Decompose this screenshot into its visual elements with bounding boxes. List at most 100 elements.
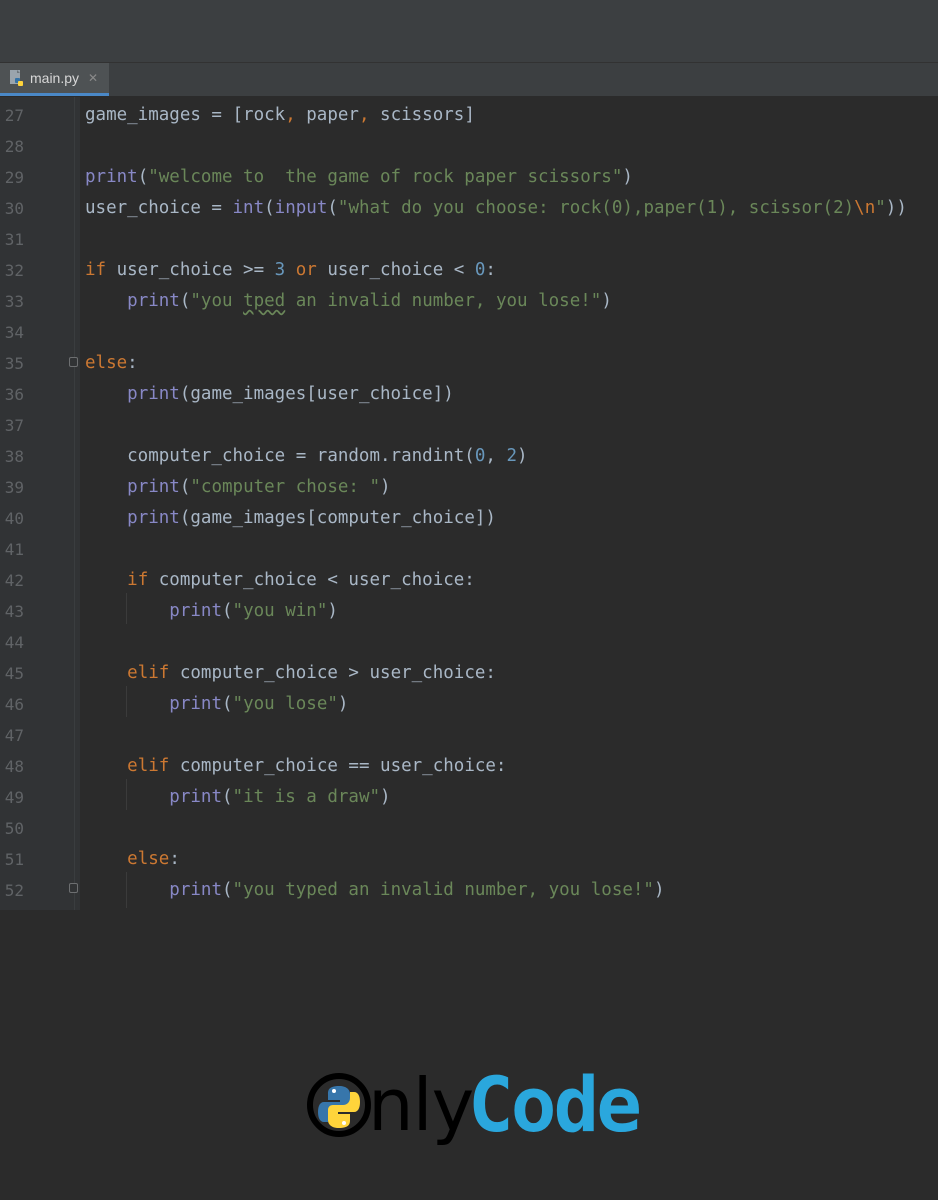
- code-line[interactable]: 30 user_choice = int(input("what do you c…: [0, 193, 938, 224]
- line-number: 51: [4, 850, 24, 869]
- fold-marker-icon[interactable]: [69, 357, 78, 367]
- code-token: print: [127, 477, 180, 497]
- code-token: (: [179, 291, 191, 311]
- code-token: (: [221, 880, 233, 900]
- line-number: 48: [4, 757, 24, 776]
- fold-marker-icon[interactable]: [69, 883, 78, 893]
- line-number: 34: [4, 323, 24, 342]
- code-token: print: [85, 167, 138, 187]
- line-number: 38: [4, 447, 24, 466]
- line-number: 47: [4, 726, 24, 745]
- code-line[interactable]: 40 print(game_images[computer_choice]): [0, 503, 938, 534]
- code-line[interactable]: 48 elif computer_choice == user_choice:: [0, 751, 938, 782]
- code-token: "welcome to the game of rock paper sciss…: [148, 167, 623, 187]
- code-line[interactable]: 37: [0, 410, 938, 441]
- indent-guide: [126, 779, 127, 810]
- code-token: ): [337, 694, 349, 714]
- code-line[interactable]: 39 print("computer chose: "): [0, 472, 938, 503]
- code-token: ): [622, 167, 633, 187]
- code-token: 0: [474, 260, 486, 280]
- code-token: computer_choice > user_choice:: [169, 663, 496, 683]
- line-number: 30: [4, 199, 24, 218]
- code-line[interactable]: 44: [0, 627, 938, 658]
- line-number: 49: [4, 788, 24, 807]
- ide-toolbar: [0, 0, 938, 63]
- code-line[interactable]: 38 computer_choice = random.randint(0, 2…: [0, 441, 938, 472]
- line-number: 31: [4, 230, 24, 249]
- code-token: ): [380, 477, 391, 497]
- code-token: "computer chose: ": [190, 477, 381, 497]
- code-line[interactable]: 50: [0, 813, 938, 844]
- code-token: tped: [243, 291, 286, 311]
- code-line[interactable]: 33 print("you tped an invalid number, yo…: [0, 286, 938, 317]
- code-token: computer_choice == user_choice:: [169, 756, 507, 776]
- code-token: :: [127, 353, 138, 373]
- code-token: user_choice =: [85, 198, 233, 218]
- line-number: 29: [4, 168, 24, 187]
- code-token: else: [85, 353, 128, 373]
- code-token: (: [137, 167, 149, 187]
- code-token: computer_choice = random.randint(: [85, 446, 475, 466]
- line-number: 28: [4, 137, 24, 156]
- code-token: elif: [127, 756, 170, 776]
- code-token: (game_images[user_choice]): [179, 384, 454, 404]
- line-number: 32: [4, 261, 24, 280]
- code-line[interactable]: 36 print(game_images[user_choice]): [0, 379, 938, 410]
- code-line[interactable]: 34: [0, 317, 938, 348]
- code-token: print: [169, 694, 222, 714]
- code-line[interactable]: 45 elif computer_choice > user_choice:: [0, 658, 938, 689]
- code-line[interactable]: 49 print("it is a draw"): [0, 782, 938, 813]
- code-text: game_images = [rock, paper, scissors]: [85, 100, 475, 131]
- python-logo-icon: [307, 1073, 371, 1137]
- code-line[interactable]: 43 print("you win"): [0, 596, 938, 627]
- editor-tab-bar: main.py ✕: [0, 63, 938, 97]
- code-line[interactable]: 46 print("you lose"): [0, 689, 938, 720]
- line-number: 37: [4, 416, 24, 435]
- code-token: 2: [506, 446, 517, 466]
- code-line[interactable]: 27 game_images = [rock, paper, scissors]: [0, 100, 938, 131]
- code-line[interactable]: 31: [0, 224, 938, 255]
- code-text: print("you typed an invalid number, you …: [85, 875, 664, 906]
- tab-main-py[interactable]: main.py ✕: [0, 63, 109, 96]
- code-token: if: [127, 570, 149, 590]
- code-token: if: [85, 260, 107, 280]
- code-token: print: [127, 291, 180, 311]
- code-text: elif computer_choice > user_choice:: [85, 658, 496, 689]
- code-token: ): [517, 446, 528, 466]
- code-token: user_choice >=: [106, 260, 275, 280]
- logo-text-code: Code: [468, 1060, 642, 1149]
- code-token: "you win": [232, 601, 328, 621]
- code-token: scissors]: [369, 105, 475, 125]
- close-icon[interactable]: ✕: [88, 71, 98, 85]
- code-text: print("you win"): [85, 596, 338, 627]
- code-line[interactable]: 32 if user_choice >= 3 or user_choice < 0…: [0, 255, 938, 286]
- code-line[interactable]: 47: [0, 720, 938, 751]
- code-token: ): [380, 787, 391, 807]
- code-line[interactable]: 29 print("welcome to the game of rock pap…: [0, 162, 938, 193]
- code-line[interactable]: 51 else:: [0, 844, 938, 875]
- code-editor[interactable]: 27 game_images = [rock, paper, scissors] 2…: [0, 97, 938, 910]
- line-number: 45: [4, 664, 24, 683]
- code-line[interactable]: 35 else:: [0, 348, 938, 379]
- code-line[interactable]: 52 print("you typed an invalid number, y…: [0, 875, 938, 906]
- code-token: else: [127, 849, 170, 869]
- code-text: print("you tped an invalid number, you l…: [85, 286, 612, 317]
- code-token: (: [221, 787, 233, 807]
- footer-area: [0, 910, 938, 1200]
- code-line[interactable]: 41: [0, 534, 938, 565]
- code-token: computer_choice < user_choice:: [148, 570, 475, 590]
- code-line[interactable]: 28: [0, 131, 938, 162]
- code-token: :: [169, 849, 180, 869]
- code-text: else:: [85, 348, 138, 379]
- code-line[interactable]: 42 if computer_choice < user_choice:: [0, 565, 938, 596]
- code-token: :: [485, 260, 496, 280]
- line-number: 42: [4, 571, 24, 590]
